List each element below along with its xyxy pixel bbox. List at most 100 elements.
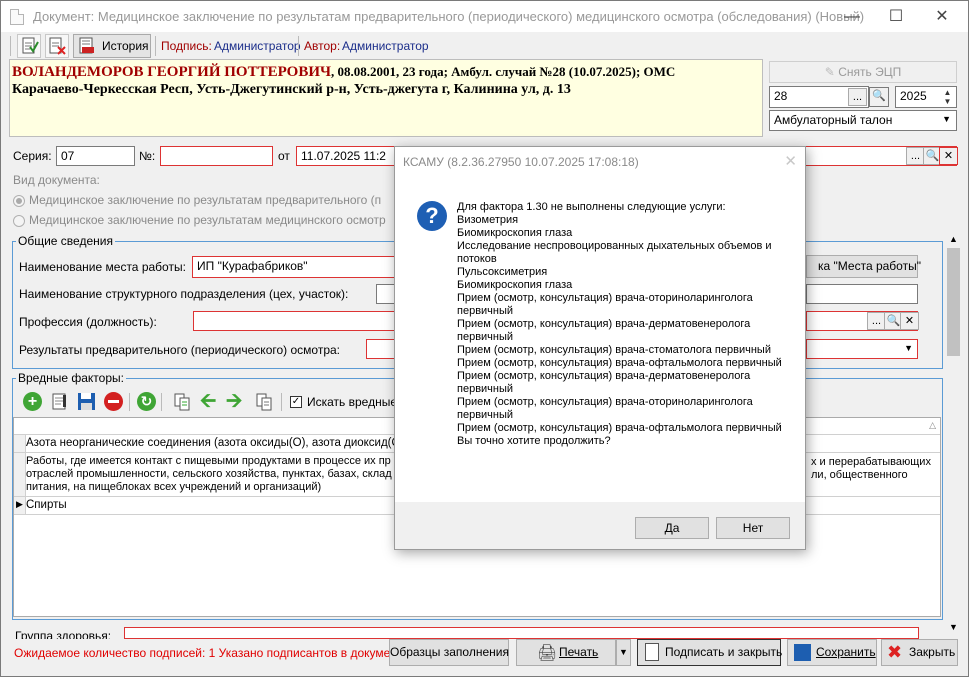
- save-button[interactable]: Сохранить: [787, 639, 877, 666]
- profession-clear-button[interactable]: ✕: [900, 312, 919, 330]
- toolbar-separator: [129, 393, 130, 411]
- samples-button[interactable]: Образцы заполнения: [389, 639, 509, 666]
- hazards-title: Вредные факторы:: [16, 371, 126, 385]
- maximize-button[interactable]: ☐: [873, 1, 919, 32]
- scroll-thumb[interactable]: [947, 248, 960, 356]
- main-scrollbar[interactable]: ▲ ▼: [945, 231, 962, 635]
- remove-signature-button[interactable]: ✎ Снять ЭЦП: [769, 61, 957, 83]
- message-line: Вы точно хотите продолжить?: [457, 435, 611, 447]
- toolbar-separator: [161, 393, 162, 411]
- series-label: Серия:: [13, 149, 52, 163]
- question-icon: ?: [417, 201, 447, 231]
- patient-header: ВОЛАНДЕМОРОВ ГЕОРГИЙ ПОТТЕРОВИЧ, 08.08.2…: [12, 64, 675, 81]
- row-line: х и перерабатывающих: [811, 456, 931, 468]
- delete-icon[interactable]: [104, 392, 123, 411]
- results-label: Результаты предварительного (периодическ…: [19, 343, 340, 357]
- patient-info-panel: ВОЛАНДЕМОРОВ ГЕОРГИЙ ПОТТЕРОВИЧ, 08.08.2…: [9, 59, 763, 137]
- workplace-label: Наименование места работы:: [19, 260, 186, 274]
- signature-icon: ✎: [824, 65, 835, 79]
- close-window-button[interactable]: ✕: [919, 1, 965, 32]
- document-type-value: Амбулаторный талон: [774, 113, 893, 127]
- search-icon: 🔍: [872, 90, 886, 102]
- close-icon: ✕: [904, 315, 915, 327]
- message-line: Для фактора 1.30 не выполнены следующие …: [457, 201, 726, 213]
- lookup-clear-button[interactable]: ✕: [939, 147, 958, 165]
- minimize-button[interactable]: —: [829, 1, 875, 32]
- message-line: Биомикроскопия глаза: [457, 227, 573, 239]
- profession-field[interactable]: [193, 311, 413, 331]
- case-search-button[interactable]: 🔍: [869, 87, 889, 107]
- subdivision-field-right[interactable]: [806, 284, 918, 304]
- save-icon[interactable]: [77, 392, 96, 411]
- copy-icon[interactable]: [173, 392, 191, 411]
- close-button[interactable]: ✖ Закрыть: [881, 639, 958, 666]
- date-from-label: от: [278, 149, 290, 163]
- main-window: Документ: Медицинское заключение по резу…: [0, 0, 969, 677]
- search-icon: 🔍: [925, 150, 940, 162]
- message-line: Прием (осмотр, консультация) врача-стома…: [457, 344, 771, 356]
- health-group-field[interactable]: [124, 627, 919, 639]
- sign-label: Подпись:: [161, 39, 212, 53]
- confirm-dialog: КСАМУ (8.2.36.27950 10.07.2025 17:08:18)…: [394, 146, 806, 550]
- unsign-document-button[interactable]: [45, 34, 69, 58]
- log-icon: [79, 37, 94, 54]
- sort-icon[interactable]: △: [929, 420, 936, 431]
- radio-medical-label: Медицинское заключение по результатам ме…: [29, 213, 386, 227]
- message-line: Пульсоксиметрия: [457, 266, 548, 278]
- dialog-close-icon[interactable]: ✕: [784, 152, 797, 170]
- printer-icon: 🖨: [537, 645, 558, 662]
- message-line: Исследование неспровоцированных дыхатель…: [457, 240, 772, 265]
- number-field[interactable]: [160, 146, 273, 166]
- signatures-status: Ожидаемое количество подписей: 1 Указано…: [14, 646, 423, 660]
- toolbar-separator: [155, 36, 156, 56]
- radio-medical[interactable]: [13, 215, 25, 227]
- window-title: Документ: Медицинское заключение по резу…: [33, 9, 865, 24]
- year-spinner[interactable]: ▲ ▼: [940, 88, 955, 106]
- search-icon: 🔍: [886, 315, 901, 327]
- arrow-right-icon[interactable]: 🡪: [226, 391, 246, 411]
- row-pointer-icon: ▶: [16, 499, 23, 509]
- results-select[interactable]: ▼: [806, 339, 918, 359]
- dialog-title: КСАМУ (8.2.36.27950 10.07.2025 17:08:18): [403, 155, 639, 169]
- yes-button[interactable]: Да: [635, 517, 709, 539]
- radio-preliminary-label: Медицинское заключение по результатам пр…: [29, 193, 382, 207]
- print-dropdown-button[interactable]: ▼: [616, 639, 631, 666]
- workplace-field[interactable]: ИП "Курафабриков": [192, 256, 402, 278]
- scroll-down-icon[interactable]: ▼: [945, 619, 962, 635]
- scroll-up-icon[interactable]: ▲: [945, 231, 962, 247]
- arrow-left-icon[interactable]: 🡨: [200, 391, 220, 411]
- paste-icon[interactable]: [255, 392, 273, 411]
- document-type-select[interactable]: Амбулаторный талон ▼: [769, 110, 957, 131]
- profession-label: Профессия (должность):: [19, 315, 157, 329]
- edit-icon[interactable]: [51, 392, 69, 411]
- series-field[interactable]: 07: [56, 146, 135, 166]
- history-label: История: [102, 39, 149, 53]
- toolbar: История Подпись: Администратор Автор: Ад…: [7, 33, 963, 59]
- sign-document-button[interactable]: [17, 34, 41, 58]
- hazards-toolbar: + ↻ 🡨 🡪 ✓ Искать вредные: [19, 390, 399, 414]
- toolbar-separator: [298, 36, 299, 56]
- dialog-body: ? Для фактора 1.30 не выполнены следующи…: [395, 177, 805, 502]
- search-hazards-checkbox[interactable]: ✓: [290, 396, 302, 408]
- sign-value: Администратор: [214, 39, 301, 53]
- number-label: №:: [139, 149, 156, 163]
- sign-and-close-label: Подписать и закрыть: [665, 645, 783, 659]
- patient-address: Карачаево-Черкесская Респ, Усть-Джегутин…: [12, 82, 571, 97]
- save-icon: [794, 644, 811, 661]
- close-icon: ✕: [943, 150, 954, 162]
- radio-preliminary[interactable]: [13, 195, 25, 207]
- message-line: Прием (осмотр, консультация) врача-дерма…: [457, 370, 751, 395]
- case-browse-button[interactable]: ...: [848, 88, 867, 106]
- close-icon: ✖: [887, 642, 903, 662]
- message-line: Прием (осмотр, консультация) врача-офтал…: [457, 357, 782, 369]
- history-button[interactable]: История: [73, 34, 151, 58]
- no-button[interactable]: Нет: [716, 517, 790, 539]
- add-icon[interactable]: +: [23, 392, 42, 411]
- refresh-icon[interactable]: ↻: [137, 392, 156, 411]
- print-button[interactable]: 🖨 Печать: [516, 639, 616, 666]
- row-header: [14, 435, 26, 452]
- date-field[interactable]: 11.07.2025 11:2: [296, 146, 396, 166]
- sign-and-close-button[interactable]: Подписать и закрыть: [637, 639, 783, 666]
- workplace-directory-button[interactable]: ка "Места работы": [806, 255, 921, 278]
- toolbar-separator: [10, 36, 11, 56]
